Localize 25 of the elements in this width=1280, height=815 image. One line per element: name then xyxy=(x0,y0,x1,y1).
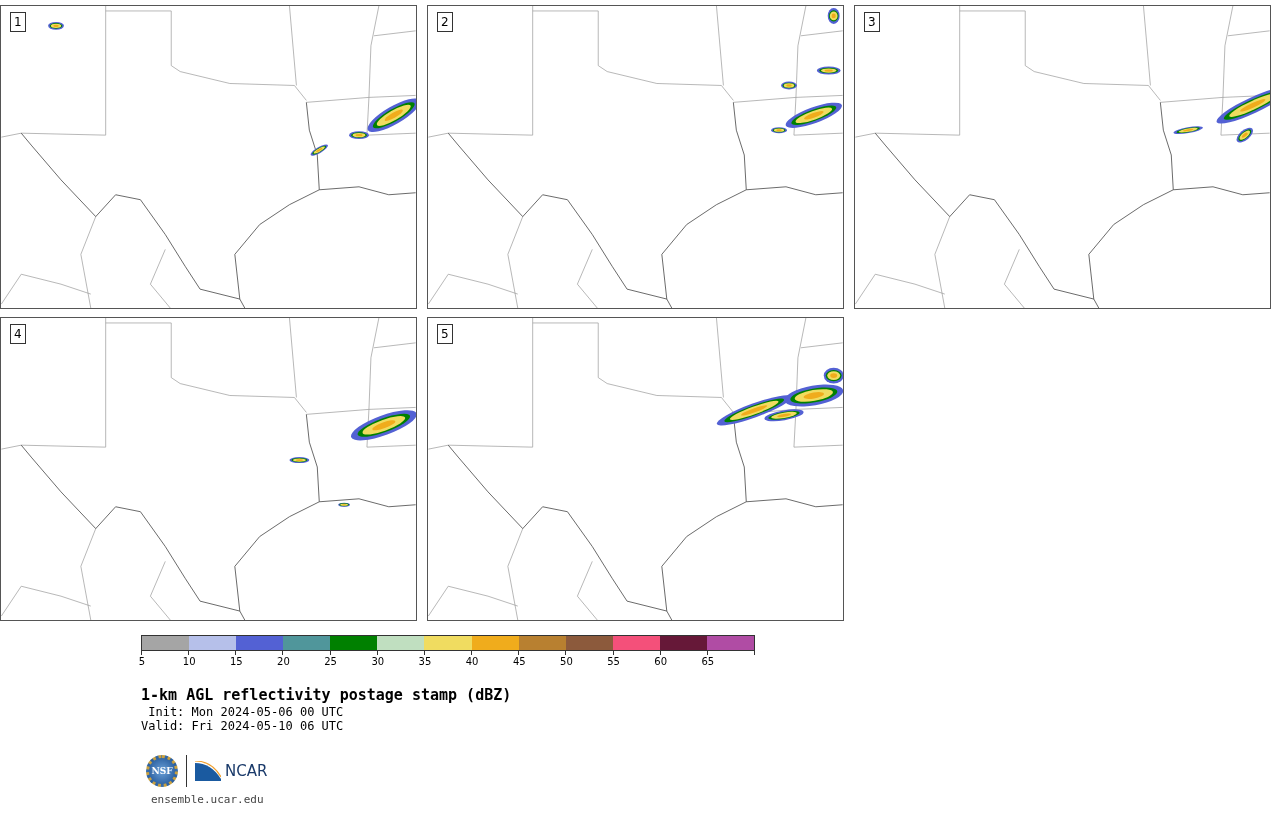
swoosh-icon xyxy=(195,761,221,781)
tick-label: 20 xyxy=(277,656,290,667)
tick-label: 5 xyxy=(138,656,146,667)
tick-label: 10 xyxy=(182,656,196,667)
tick-label: 50 xyxy=(560,656,573,667)
website-url: ensemble.ucar.edu xyxy=(151,793,265,806)
panel-number: 2 xyxy=(437,12,453,32)
logo-wordmark: NCAR xyxy=(225,762,268,780)
panel-number: 4 xyxy=(10,324,26,344)
tick-label: 30 xyxy=(371,656,385,667)
tick-label: 25 xyxy=(324,656,337,667)
tick-label: 35 xyxy=(418,656,432,667)
valid-time: Valid: Fri 2024-05-10 06 UTC xyxy=(141,719,345,733)
panel-number: 3 xyxy=(864,12,880,32)
panel-number: 1 xyxy=(10,12,26,32)
seal-logo: NSF xyxy=(146,755,178,787)
tick-label: 40 xyxy=(465,656,479,667)
panel-number: 5 xyxy=(437,324,453,344)
tick-label: 45 xyxy=(512,656,526,667)
init-time: Init: Mon 2024-05-06 00 UTC xyxy=(147,705,345,719)
tick-label: 55 xyxy=(607,656,620,667)
tick-label: 65 xyxy=(701,656,715,667)
tick-label: 15 xyxy=(229,656,243,667)
chart-title: 1-km AGL reflectivity postage stamp (dBZ) xyxy=(141,685,513,705)
tick-label: 60 xyxy=(654,656,668,667)
